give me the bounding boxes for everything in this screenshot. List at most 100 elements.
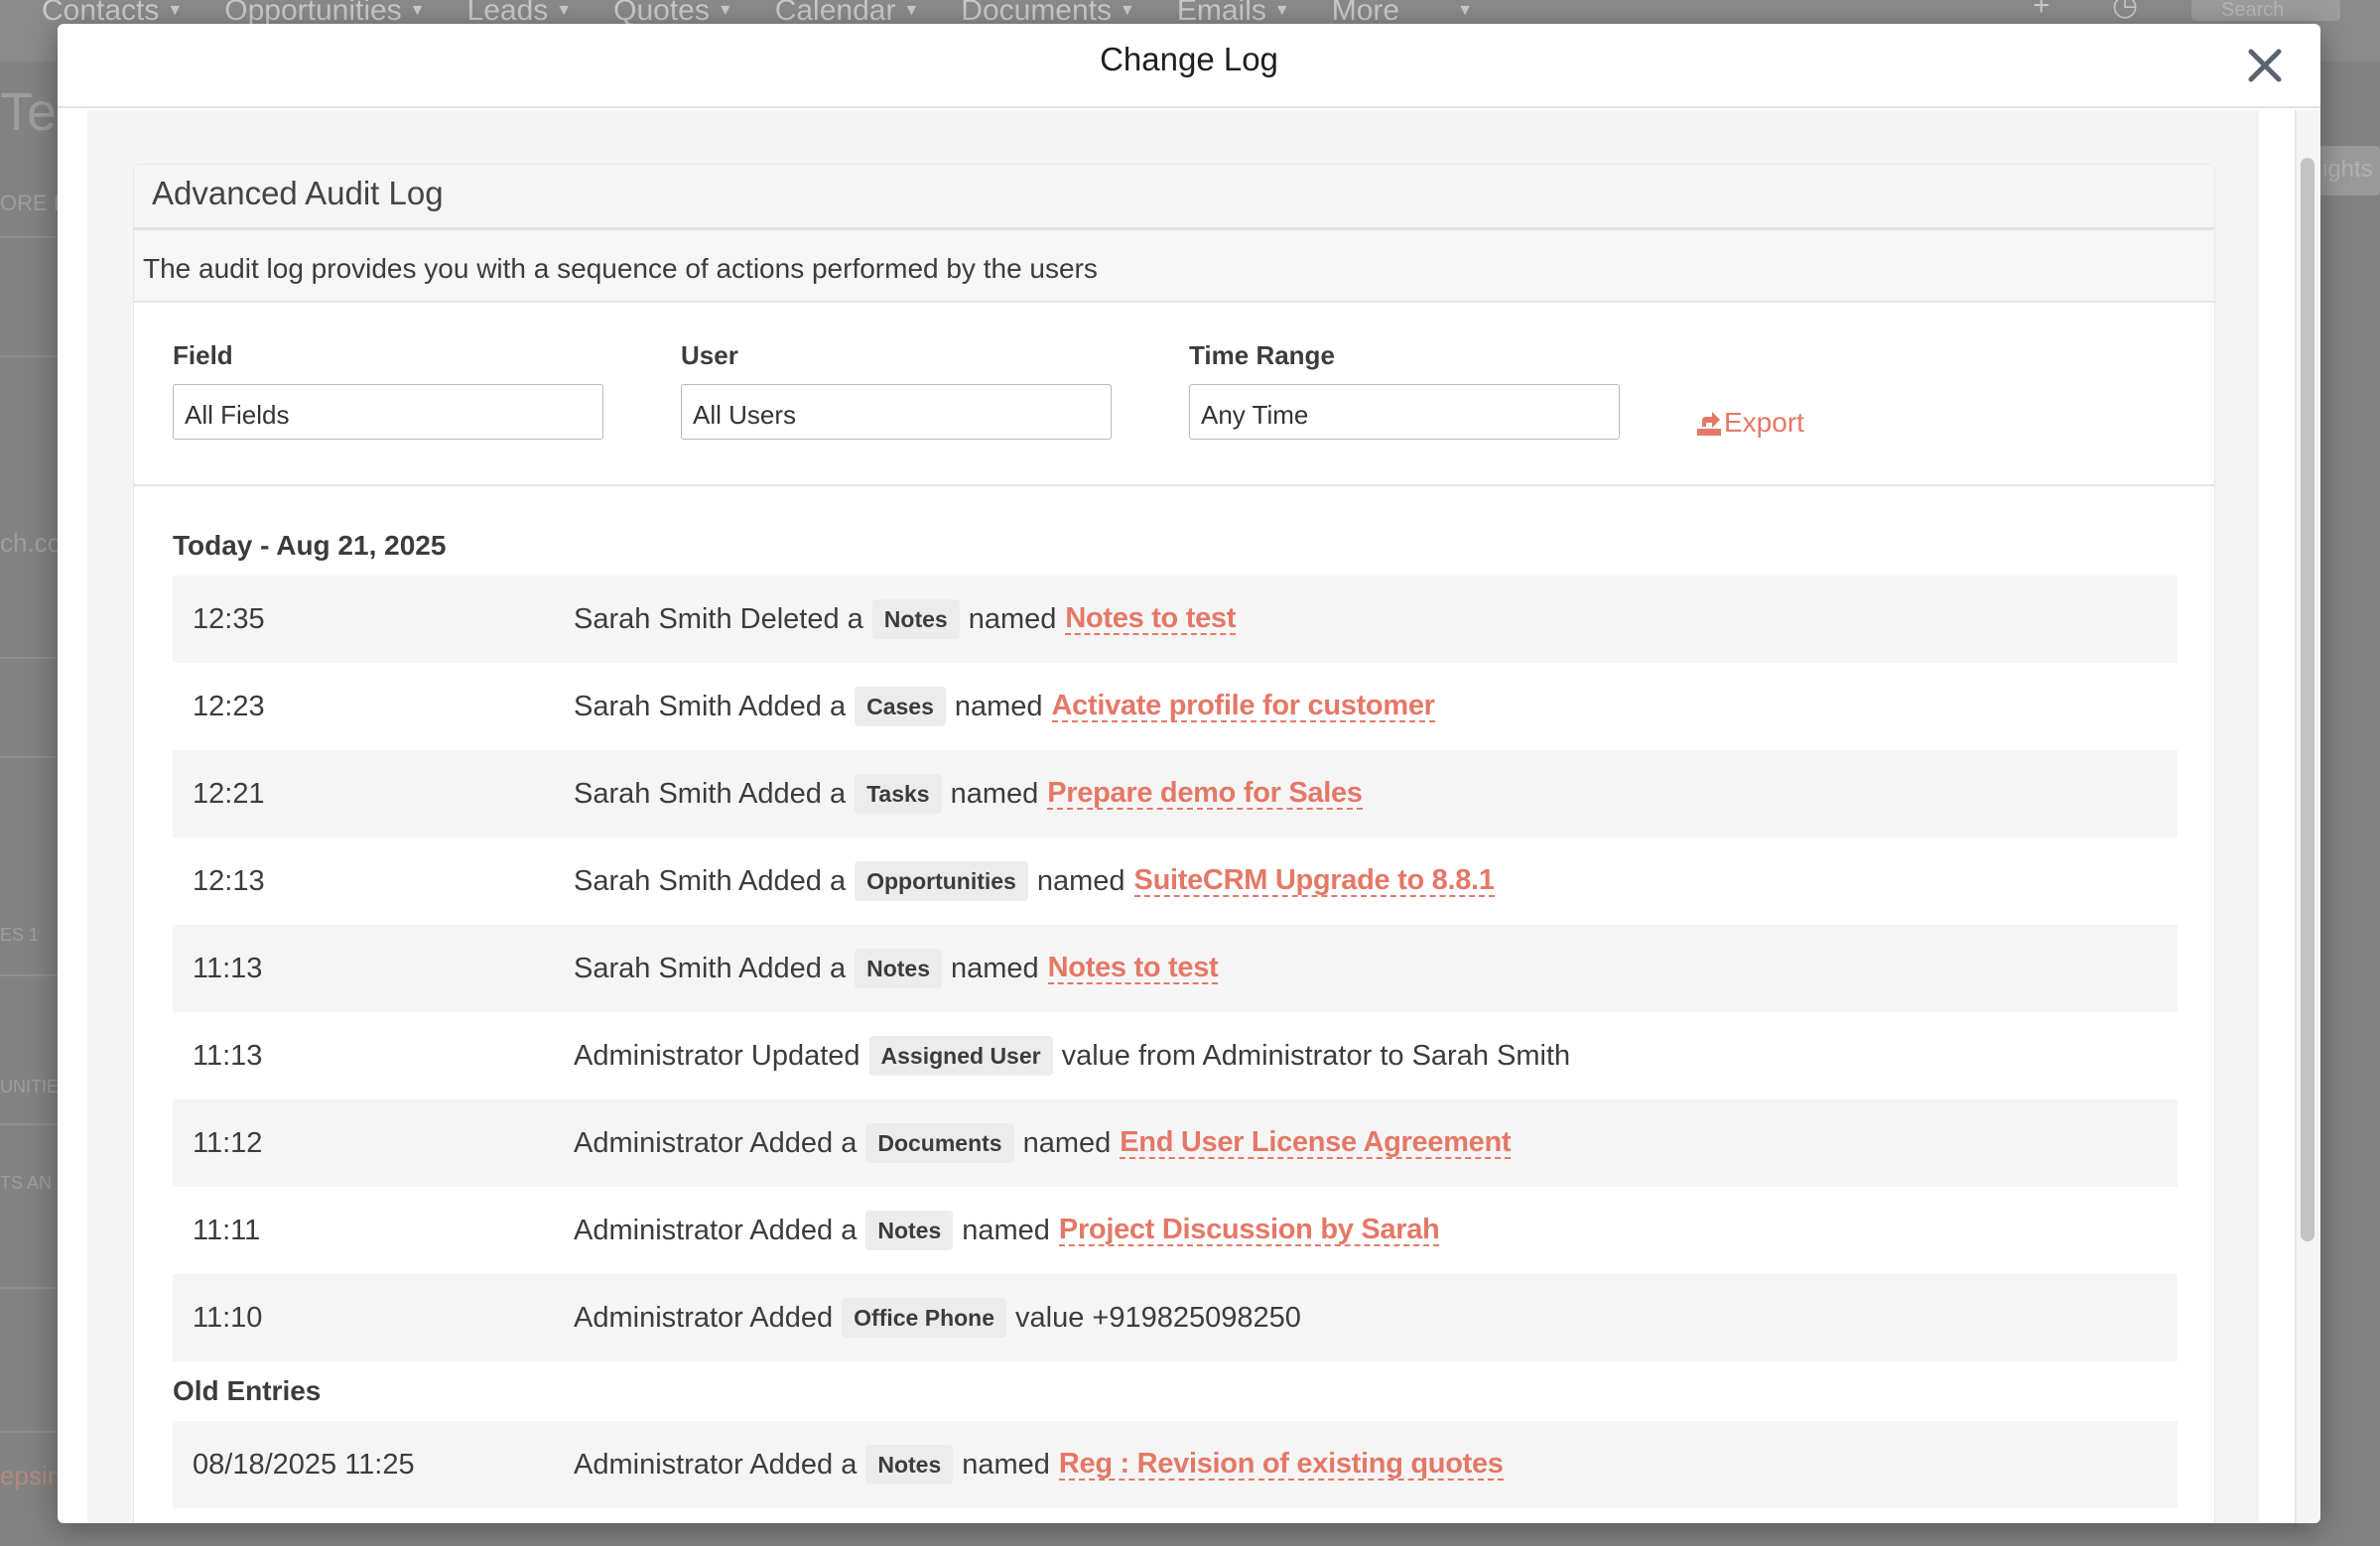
log-entry-row: 12:35 Sarah Smith Deleted a Notes named Note…	[173, 576, 2178, 663]
entry-time: 12:13	[193, 864, 265, 897]
record-link[interactable]: Activate profile for customer	[1051, 691, 1435, 722]
module-badge: Notes	[871, 599, 960, 639]
record-link[interactable]: End User License Agreement	[1120, 1127, 1512, 1159]
time-range-label: Time Range	[1189, 340, 1335, 370]
log-entry-row: 08/17/2025 11:32Administrator Added aLea…	[173, 1508, 2178, 1523]
bg-fragment: TS AN	[0, 1173, 53, 1193]
today-heading: Today - Aug 21, 2025	[173, 530, 447, 561]
user-filter: User All Users	[681, 340, 1112, 440]
entry-detail: named	[1036, 864, 1125, 897]
user-filter-label: User	[681, 340, 738, 370]
entry-description: Administrator Added a Notes named Project D…	[574, 1211, 1440, 1250]
export-button[interactable]: Export	[1696, 407, 1804, 439]
log-entry-row: 12:21 Sarah Smith Added a Tasks named Prepar…	[173, 750, 2178, 837]
bg-search-input: Search	[2191, 0, 2340, 21]
log-entry-row: 11:12 Administrator Added a Documents named…	[173, 1099, 2178, 1187]
entry-detail: named	[962, 1214, 1050, 1246]
bg-fragment: epsin	[0, 1461, 63, 1490]
entry-time: 11:12	[193, 1126, 263, 1159]
old-entries-heading: Old Entries	[173, 1375, 322, 1406]
log-entry-row: 12:23 Sarah Smith Added a Cases named Activa…	[173, 663, 2178, 750]
entry-time: 11:13	[193, 1039, 263, 1072]
audit-log-panel: Advanced Audit Log The audit log provide…	[133, 164, 2215, 1523]
record-link[interactable]: Reg : Revision of existing quotes	[1058, 1449, 1504, 1481]
panel-description: The audit log provides you with a sequen…	[134, 230, 2214, 303]
entry-time: 11:13	[193, 952, 263, 984]
entry-detail: named	[950, 952, 1039, 984]
module-badge: Notes	[855, 949, 942, 988]
close-icon	[2248, 49, 2282, 82]
entry-detail: named	[1022, 1126, 1112, 1159]
entry-detail: named	[954, 690, 1043, 722]
modal-body: Advanced Audit Log The audit log provide…	[87, 110, 2259, 1523]
log-entry-row: 11:13 Sarah Smith Added a Notes named Notes …	[173, 925, 2178, 1012]
bg-right-button: ights	[2311, 146, 2380, 195]
audit-log-list: Today - Aug 21, 2025 12:35 Sarah Smith De…	[173, 530, 2178, 1523]
entry-description: Sarah Smith Added a Cases named Activate pr…	[574, 687, 1435, 726]
module-badge: Cases	[855, 687, 946, 726]
entry-actor: Sarah Smith Added a	[574, 777, 847, 810]
modal-header: Change Log	[58, 24, 2320, 108]
record-link[interactable]: Notes to test	[1047, 953, 1219, 984]
bg-fragment: ORE I	[0, 191, 60, 215]
bg-plus-icon: +	[2033, 0, 2050, 22]
entry-detail: named	[962, 1448, 1050, 1481]
module-badge: Tasks	[855, 774, 942, 814]
module-badge: Assigned User	[868, 1036, 1053, 1076]
bg-fragment: UNITIE	[0, 1077, 60, 1096]
entry-detail: named	[968, 602, 1057, 635]
entry-description: Sarah Smith Deleted a Notes named Notes to …	[574, 599, 1236, 639]
field-select[interactable]: All Fields	[173, 384, 603, 440]
time-range-filter: Time Range Any Time	[1189, 340, 1620, 440]
record-link[interactable]: Prepare demo for Sales	[1047, 778, 1363, 810]
log-entry-row: 11:13 Administrator Updated Assigned User v…	[173, 1012, 2178, 1099]
time-range-select[interactable]: Any Time	[1189, 384, 1620, 440]
record-link[interactable]: Notes to test	[1065, 603, 1236, 635]
entry-actor: Administrator Added a	[574, 1214, 858, 1246]
record-link[interactable]: Project Discussion by Sarah	[1058, 1215, 1440, 1246]
close-button[interactable]	[2239, 40, 2291, 91]
filters-bar: Field All Fields User All Users Time Ran…	[134, 303, 2214, 486]
bg-fragment: ES 1	[0, 925, 40, 945]
entry-description: Administrator Updated Assigned User value …	[574, 1036, 1570, 1076]
entry-time: 11:11	[193, 1214, 261, 1246]
entry-time: 12:23	[193, 690, 265, 722]
log-entry-row: 08/18/2025 11:25 Administrator Added a Not…	[173, 1421, 2178, 1508]
entry-actor: Administrator Updated	[574, 1039, 860, 1072]
entry-time: 12:35	[193, 602, 265, 635]
entry-detail: value +919825098250	[1015, 1301, 1301, 1334]
module-badge: Office Phone	[842, 1298, 1007, 1338]
entry-actor: Administrator Added a	[574, 1126, 858, 1159]
module-badge: Notes	[865, 1211, 954, 1250]
entry-actor: Sarah Smith Added a	[574, 952, 847, 984]
module-badge: Opportunities	[855, 861, 1028, 901]
entry-description: Sarah Smith Added a Notes named Notes to te…	[574, 949, 1219, 988]
scrollbar-thumb[interactable]	[2301, 158, 2314, 1241]
log-entry-row: 12:13 Sarah Smith Added a Opportunities nam…	[173, 837, 2178, 925]
entry-actor: Administrator Added a	[574, 1448, 858, 1481]
entry-description: Administrator Added a Notes named Reg : Rev…	[574, 1445, 1504, 1484]
entry-actor: Sarah Smith Added a	[574, 864, 847, 897]
export-icon	[1697, 412, 1721, 436]
entry-description: Administrator Added a Documents named End U…	[574, 1123, 1512, 1163]
entry-detail: named	[950, 777, 1039, 810]
entry-description: Administrator Added Office Phone value +91…	[574, 1298, 1301, 1338]
modal-title: Change Log	[1100, 40, 1278, 77]
entry-time: 11:10	[193, 1301, 263, 1334]
entry-time: 12:21	[193, 777, 265, 810]
log-entry-row: 11:11 Administrator Added a Notes named Proj…	[173, 1187, 2178, 1274]
entry-time: 08/18/2025 11:25	[193, 1448, 415, 1481]
module-badge: Documents	[865, 1123, 1014, 1163]
old-entries: 08/18/2025 11:25 Administrator Added a Not…	[173, 1421, 2178, 1523]
entry-description: Sarah Smith Added a Opportunities named Sui…	[574, 861, 1495, 901]
entry-description: Sarah Smith Added a Tasks named Prepare dem…	[574, 774, 1363, 814]
field-filter: Field All Fields	[173, 340, 603, 440]
user-select[interactable]: All Users	[681, 384, 1112, 440]
bg-history-icon: ◷	[2112, 0, 2139, 22]
bg-fragment: ch.co	[0, 528, 63, 558]
entry-actor: Sarah Smith Deleted a	[574, 602, 863, 635]
log-entry-row: 11:10 Administrator Added Office Phone valu…	[173, 1274, 2178, 1361]
panel-heading: Advanced Audit Log	[134, 165, 2214, 230]
record-link[interactable]: SuiteCRM Upgrade to 8.8.1	[1133, 865, 1495, 897]
modal-scrollbar[interactable]	[2295, 110, 2320, 1523]
